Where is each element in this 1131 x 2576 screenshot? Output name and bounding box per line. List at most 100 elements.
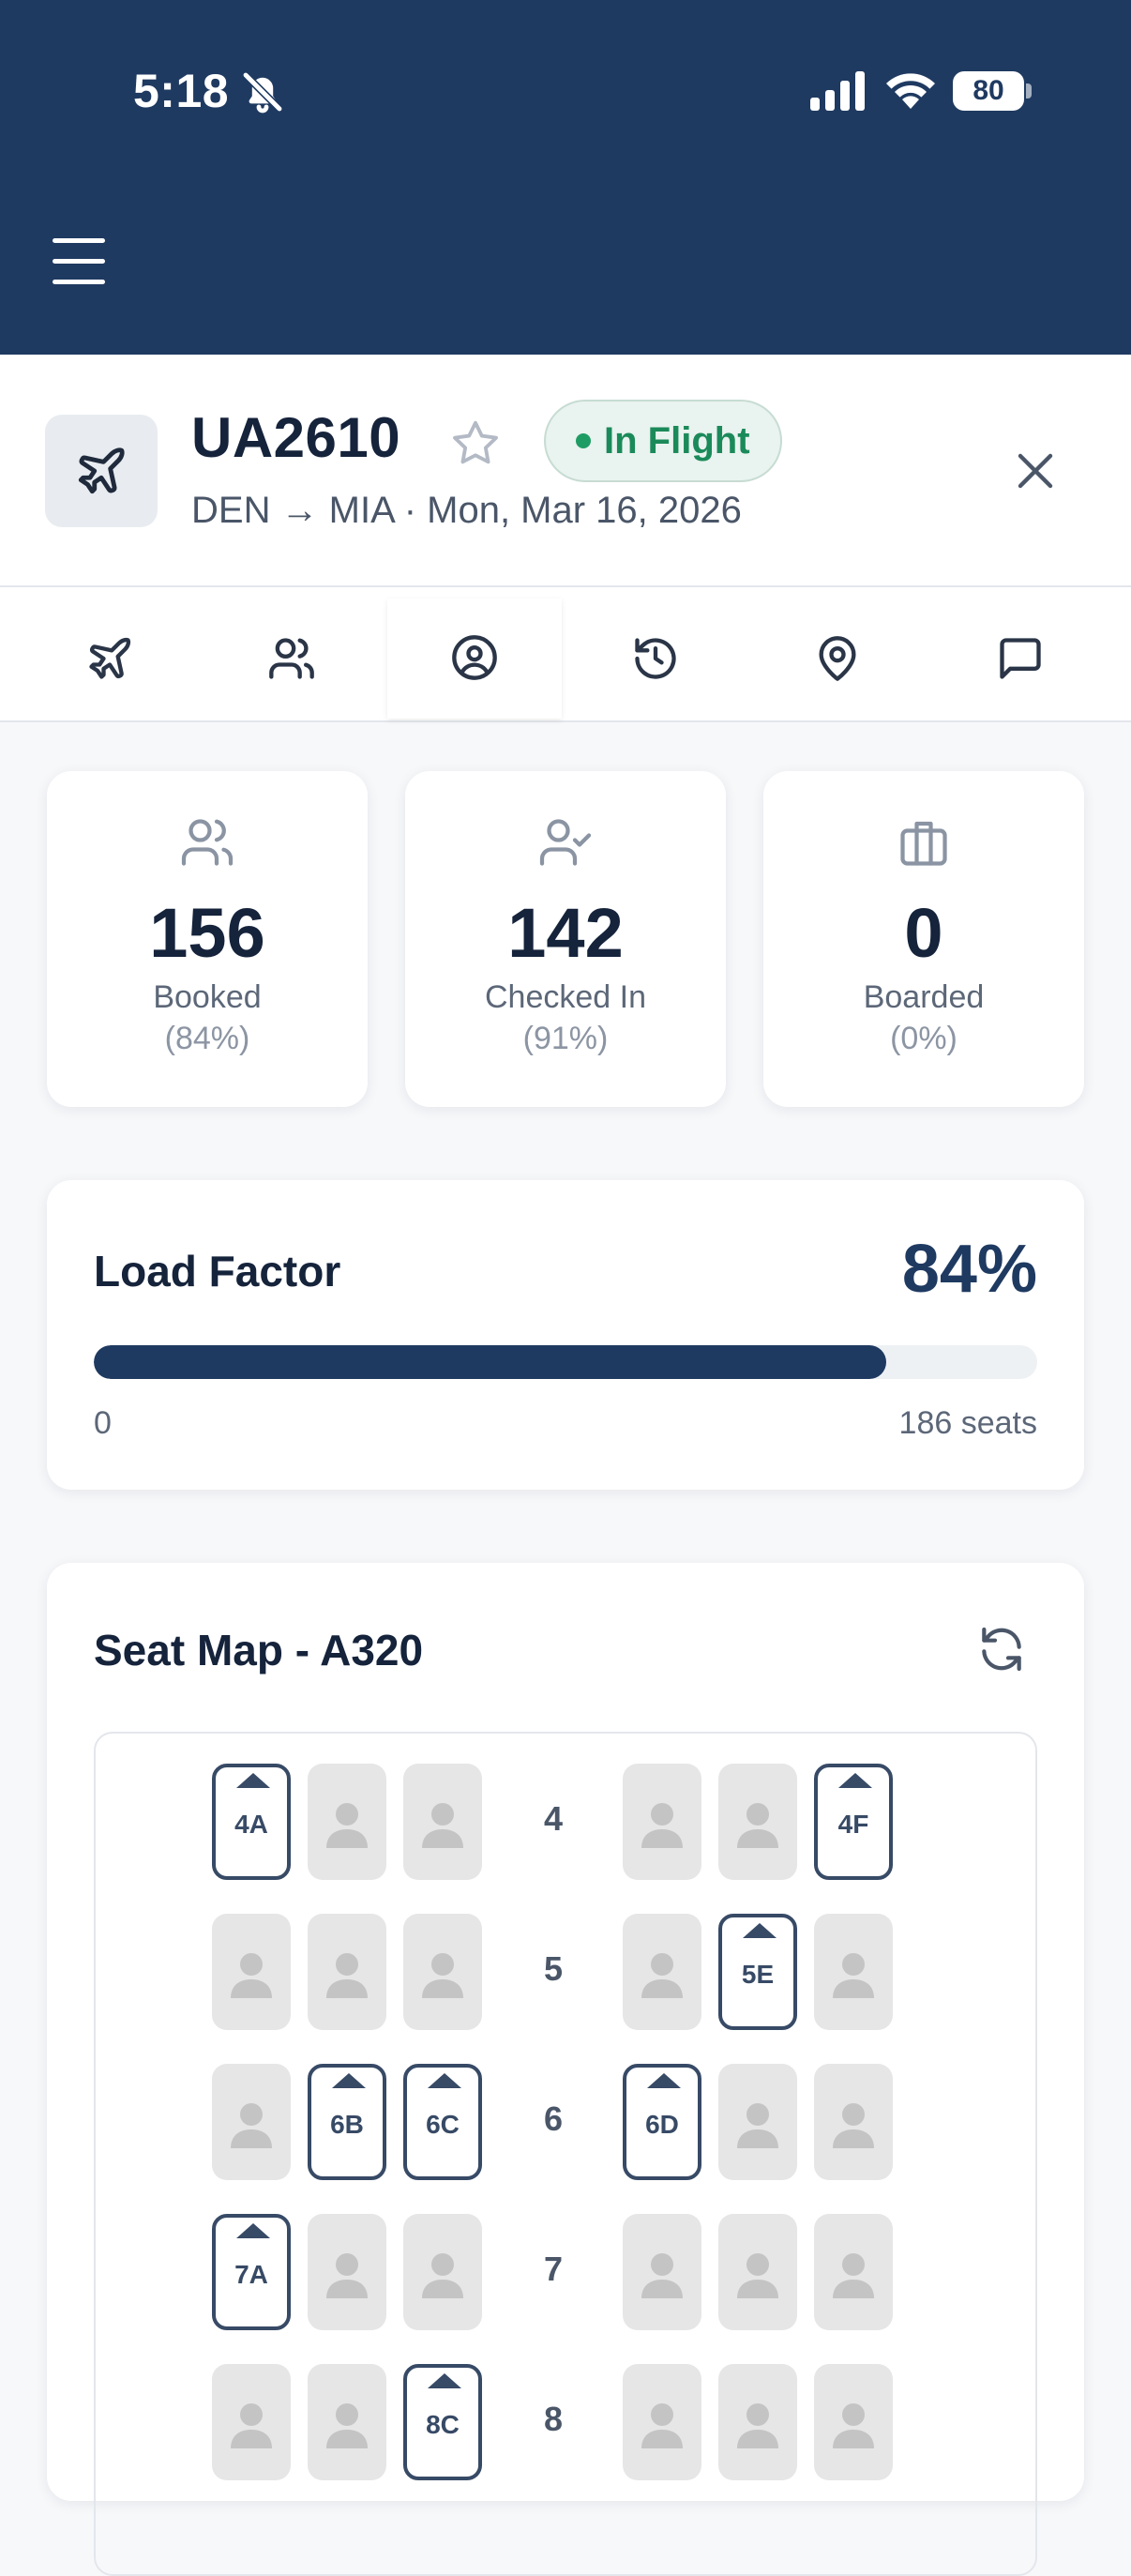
seat-occupied[interactable] bbox=[718, 2364, 797, 2480]
load-factor-bar-fill bbox=[94, 1345, 887, 1379]
seat-occupied[interactable] bbox=[308, 1764, 386, 1880]
person-icon bbox=[326, 1953, 368, 1998]
wifi-icon bbox=[886, 73, 935, 109]
users-icon bbox=[181, 819, 234, 866]
battery-cap bbox=[1026, 83, 1032, 98]
tab-flight[interactable] bbox=[23, 599, 197, 719]
seat-occupied[interactable] bbox=[403, 2214, 482, 2330]
plane-icon bbox=[89, 637, 131, 679]
seat-occupied[interactable] bbox=[212, 2064, 291, 2180]
checked-in-count: 142 bbox=[507, 894, 624, 972]
seat-occupied[interactable] bbox=[814, 1914, 893, 2030]
seat-occupied[interactable] bbox=[623, 2364, 701, 2480]
person-icon bbox=[641, 1953, 683, 1998]
boarded-percent: (0%) bbox=[890, 1021, 958, 1056]
load-factor-max: 186 seats bbox=[898, 1405, 1037, 1441]
person-icon bbox=[833, 1953, 874, 1998]
seat-occupied[interactable] bbox=[814, 2364, 893, 2480]
seat-available[interactable]: 4F bbox=[814, 1764, 893, 1880]
load-factor-percent: 84% bbox=[901, 1232, 1037, 1307]
person-icon bbox=[737, 1803, 778, 1848]
person-icon bbox=[422, 2253, 463, 2298]
seat-occupied[interactable] bbox=[212, 2364, 291, 2480]
person-icon bbox=[641, 2403, 683, 2448]
seat-occupied[interactable] bbox=[718, 2064, 797, 2180]
seat-map-title: Seat Map - A320 bbox=[94, 1626, 424, 1674]
battery-indicator: 80 bbox=[953, 71, 1032, 111]
tab-crew[interactable] bbox=[387, 599, 562, 719]
seat-label: 4F bbox=[837, 1810, 869, 1839]
status-dot bbox=[576, 433, 591, 448]
seat-occupied[interactable] bbox=[623, 2214, 701, 2330]
person-icon bbox=[422, 1803, 463, 1848]
flight-tab-bar bbox=[0, 587, 1131, 722]
person-icon bbox=[737, 2253, 778, 2298]
tab-location[interactable] bbox=[750, 599, 925, 719]
cellular-signal-icon bbox=[810, 71, 865, 111]
seat-label: 4A bbox=[234, 1810, 268, 1839]
person-icon bbox=[737, 2103, 778, 2148]
seat-occupied[interactable] bbox=[308, 2364, 386, 2480]
refresh-icon[interactable] bbox=[975, 1623, 1028, 1675]
seat-occupied[interactable] bbox=[623, 1914, 701, 2030]
seat-occupied[interactable] bbox=[308, 1914, 386, 2030]
seat-available[interactable]: 8C bbox=[403, 2364, 482, 2480]
seat-occupied[interactable] bbox=[308, 2214, 386, 2330]
seat-occupied[interactable] bbox=[403, 1764, 482, 1880]
seat-occupied[interactable] bbox=[212, 1914, 291, 2030]
tab-passengers[interactable] bbox=[204, 599, 379, 719]
boarded-label: Boarded bbox=[863, 979, 985, 1015]
row-number: 4 bbox=[543, 1799, 564, 1838]
seat-map-grid: 4A 4F 4 5E 5 6B 6C 6D 6 7A 7 8C 8 bbox=[94, 1732, 1037, 2576]
bell-off-icon bbox=[242, 71, 283, 114]
seat-available[interactable]: 6C bbox=[403, 2064, 482, 2180]
seat-label: 6C bbox=[426, 2110, 460, 2139]
flight-header: UA2610 In Flight DEN → MIA · Mon, Mar 16… bbox=[0, 355, 1131, 587]
message-icon bbox=[1000, 638, 1041, 679]
seat-label: 5E bbox=[741, 1960, 775, 1989]
person-icon bbox=[231, 1953, 272, 1998]
flight-status-label: In Flight bbox=[604, 419, 750, 462]
seat-available[interactable]: 7A bbox=[212, 2214, 291, 2330]
seat-row: 6B 6C 6D 6 bbox=[96, 2064, 1039, 2180]
checked-in-label: Checked In bbox=[485, 979, 646, 1015]
user-check-icon bbox=[539, 819, 592, 866]
flight-route-date: DEN → MIA · Mon, Mar 16, 2026 bbox=[191, 490, 742, 531]
close-icon[interactable] bbox=[1013, 448, 1058, 493]
seat-available[interactable]: 6B bbox=[308, 2064, 386, 2180]
tab-history[interactable] bbox=[568, 599, 743, 719]
seat-occupied[interactable] bbox=[623, 1764, 701, 1880]
person-icon bbox=[641, 1803, 683, 1848]
checked-in-stat-card: 142 Checked In (91%) bbox=[405, 771, 726, 1107]
row-number: 8 bbox=[543, 2400, 564, 2438]
person-icon bbox=[422, 1953, 463, 1998]
person-icon bbox=[833, 2103, 874, 2148]
battery-level: 80 bbox=[953, 71, 1024, 111]
checked-in-percent: (91%) bbox=[522, 1021, 609, 1056]
seat-occupied[interactable] bbox=[718, 1764, 797, 1880]
tab-messages[interactable] bbox=[933, 599, 1108, 719]
flight-status-badge: In Flight bbox=[544, 400, 782, 482]
person-icon bbox=[833, 2253, 874, 2298]
person-icon bbox=[231, 2103, 272, 2148]
seat-row: 7A 7 bbox=[96, 2214, 1039, 2330]
seat-occupied[interactable] bbox=[403, 1914, 482, 2030]
seat-occupied[interactable] bbox=[814, 2064, 893, 2180]
seat-occupied[interactable] bbox=[814, 2214, 893, 2330]
seat-label: 6B bbox=[330, 2110, 364, 2139]
favorite-star-icon[interactable] bbox=[448, 417, 503, 471]
seat-label: 6D bbox=[645, 2110, 679, 2139]
person-icon bbox=[833, 2403, 874, 2448]
seat-occupied[interactable] bbox=[718, 2214, 797, 2330]
booked-percent: (84%) bbox=[164, 1021, 250, 1056]
seat-label: 7A bbox=[234, 2260, 268, 2289]
load-factor-title: Load Factor bbox=[94, 1247, 341, 1296]
seat-available[interactable]: 4A bbox=[212, 1764, 291, 1880]
seat-row: 4A 4F 4 bbox=[96, 1764, 1039, 1880]
seat-available[interactable]: 5E bbox=[718, 1914, 797, 2030]
load-factor-bar bbox=[94, 1345, 1037, 1379]
users-icon bbox=[269, 638, 314, 679]
seat-available[interactable]: 6D bbox=[623, 2064, 701, 2180]
booked-label: Booked bbox=[153, 979, 262, 1015]
menu-icon[interactable] bbox=[53, 238, 105, 285]
